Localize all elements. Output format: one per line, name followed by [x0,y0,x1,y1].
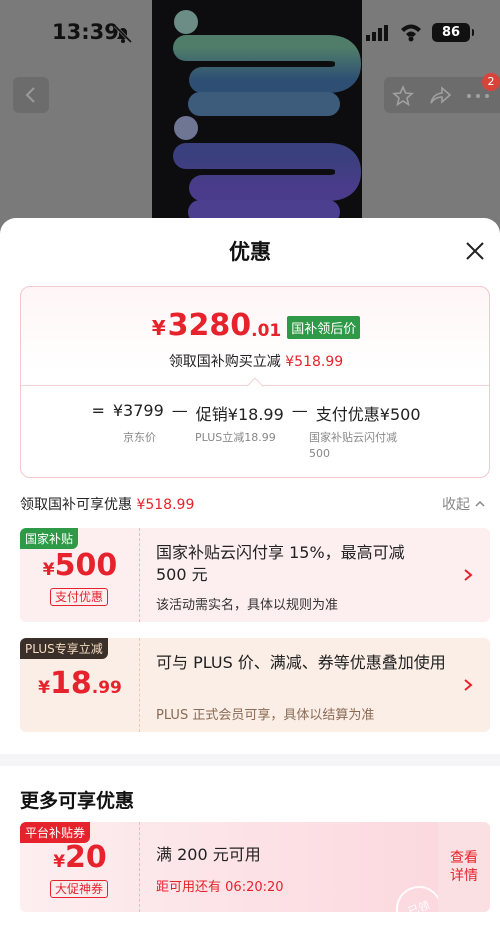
coupon-currency: ¥ [42,560,55,580]
calc-equals: = [91,401,105,420]
subtitle-amount: ¥518.99 [285,354,344,370]
section-divider [0,754,500,766]
calc-label-pay: 国家补贴云闪付减 500 [309,430,397,462]
coupon-tag: 国家补贴 [20,528,79,549]
calc-minus: — [291,401,308,420]
price-subtitle: 领取国补购买立减 ¥518.99 [21,351,491,371]
coupon-amount: ¥20 [20,840,140,875]
divider-notch [246,377,264,395]
available-amount: ¥518.99 [136,497,195,513]
close-icon[interactable] [464,240,486,262]
calc-label-promo: PLUS立减18.99 [195,431,276,444]
coupon-decimal: .99 [91,678,122,698]
status-time: 13:39 [52,20,119,44]
coupon-currency: ¥ [38,678,50,698]
bell-muted-icon [113,24,133,44]
price-decimal: .01 [251,321,282,341]
coupon-note: 该活动需实名，具体以规则为准 [156,598,339,613]
countdown-label: 距可用还有 [156,880,222,895]
subsidy-price-tag: 国补领后价 [287,316,361,339]
share-icon[interactable] [428,85,452,107]
coupon-amount-area: 平台补贴券 ¥20 大促神券 [20,822,140,912]
collapse-label: 收起 [442,497,470,513]
calc-promo: 促销¥18.99 [195,405,284,424]
final-price: ¥ 3280 .01 国补领后价 [21,309,491,343]
more-icon[interactable] [466,93,490,99]
available-label: 领取国补可享优惠 [20,497,132,513]
price-card: ¥ 3280 .01 国补领后价 领取国补购买立减 ¥518.99 = ¥379… [20,286,490,478]
calc-pay-discount: 支付优惠¥500 [315,405,421,424]
coupon-value: 18 [49,666,92,701]
back-button[interactable] [13,77,49,113]
coupon-national-subsidy[interactable]: 国家补贴 ¥500 支付优惠 国家补贴云闪付享 15%，最高可减 500 元 该… [20,528,490,622]
coupon-plus-discount[interactable]: PLUS专享立减 ¥18.99 可与 PLUS 价、满减、券等优惠叠加使用 PL… [20,638,490,732]
available-discount: 领取国补可享优惠 ¥518.99 [20,494,194,514]
coupon-value: 500 [54,548,118,583]
coupon-amount-area: 国家补贴 ¥500 支付优惠 [20,528,140,622]
subtitle-label: 领取国补购买立减 [168,354,281,370]
detail-line1: 查看 [450,850,478,866]
chevron-up-icon [475,500,485,507]
discount-sheet: 优惠 ¥ 3280 .01 国补领后价 领取国补购买立减 ¥518.99 = ¥… [0,218,500,932]
sheet-title: 优惠 [229,240,271,264]
countdown-time: 06:20:20 [225,880,284,895]
wifi-icon [401,24,421,42]
battery-indicator: 86 [432,23,474,42]
coupon-tag: PLUS专享立减 [20,638,108,659]
coupon-amount: ¥18.99 [20,666,140,701]
coupon-platform-subsidy[interactable]: 平台补贴券 ¥20 大促神券 满 200 元可用 距可用还有 06:20:20 … [20,822,490,912]
coupon-title: 满 200 元可用 [156,845,261,864]
calc-label-pay-line1: 国家补贴云闪付减 [309,431,397,444]
collapse-button[interactable]: 收起 [442,494,486,514]
coupon-sub-label: 大促神券 [50,880,109,898]
chevron-left-icon [25,87,35,103]
view-details-button[interactable]: 查看 详情 [438,822,490,912]
currency-symbol: ¥ [151,316,166,340]
calc-original: ¥3799 [112,401,164,420]
detail-line2: 详情 [450,868,478,884]
coupon-amount-area: PLUS专享立减 ¥18.99 [20,638,140,732]
price-integer: 3280 [167,308,252,343]
coupon-currency: ¥ [53,852,66,872]
price-calculation: = ¥3799 — 促销¥18.99 — 支付优惠¥500 [21,401,491,425]
coupon-value: 20 [65,840,107,875]
chevron-right-icon [464,679,473,691]
coupon-countdown: 距可用还有 06:20:20 [156,876,284,895]
status-bar: 13:39 86 [0,0,500,60]
more-discounts-title: 更多可享优惠 [20,790,135,812]
coupon-sub-label: 支付优惠 [50,588,109,606]
calc-label-pay-line2: 500 [309,447,330,460]
coupon-title: 国家补贴云闪付享 15%，最高可减 500 元 [156,543,405,584]
calc-minus: — [171,401,188,420]
calc-label-original: 京东价 [123,431,156,444]
coupon-amount: ¥500 [20,548,140,583]
chevron-right-icon [464,569,473,581]
coupon-note: PLUS 正式会员可享，具体以结算为准 [156,708,375,723]
cellular-signal-icon [366,25,388,41]
star-icon[interactable] [392,85,414,107]
coupon-title: 可与 PLUS 价、满减、券等优惠叠加使用 [156,653,446,672]
message-badge: 2 [482,73,500,91]
